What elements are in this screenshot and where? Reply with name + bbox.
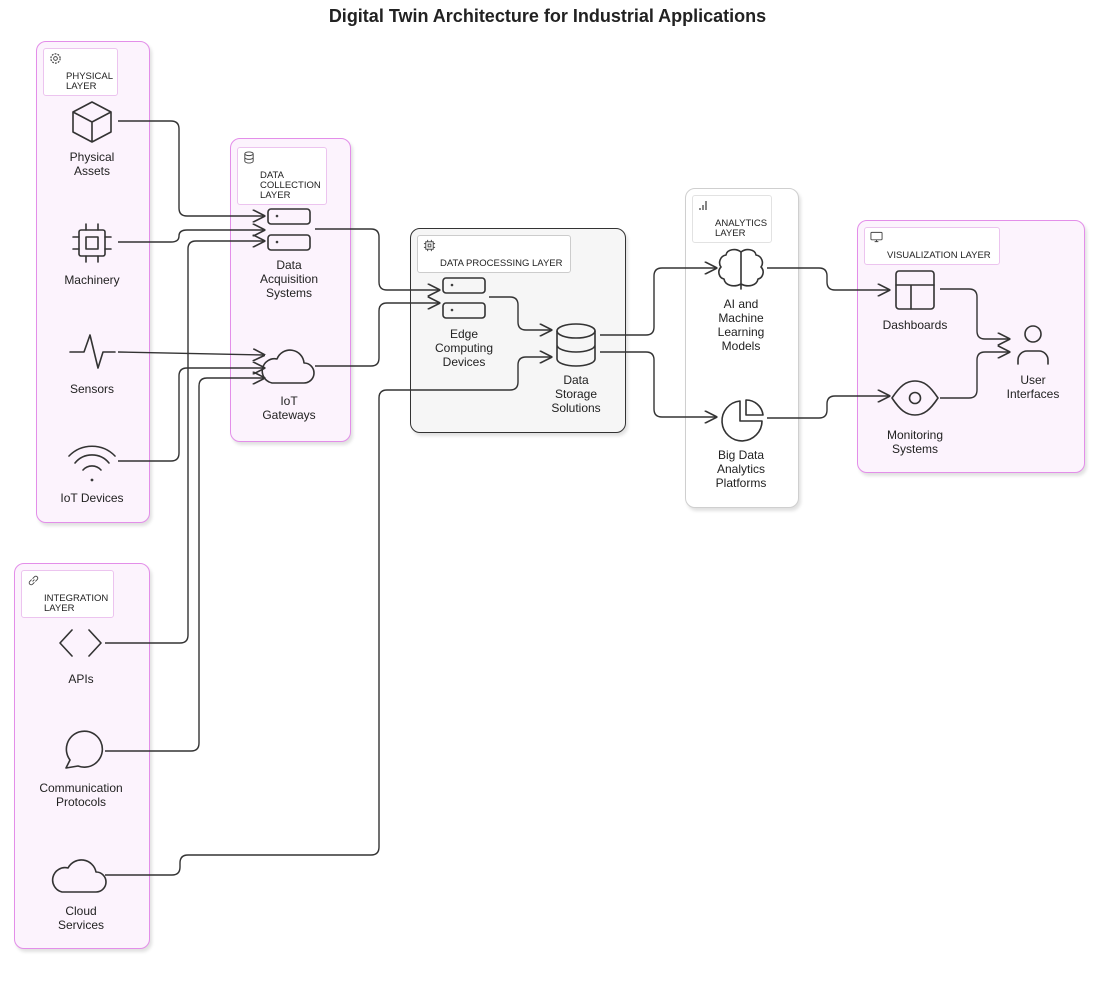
icon-layer (51, 101, 1049, 893)
code-icon (59, 629, 102, 657)
database-icon (556, 323, 596, 367)
cube-icon (72, 101, 112, 143)
node-label-data-storage: Data Storage Solutions (551, 373, 601, 415)
node-label-physical-assets: Physical Assets (69, 150, 115, 178)
server-icon (442, 277, 486, 319)
brain-icon (718, 248, 764, 290)
pie-chart-icon (721, 399, 764, 442)
node-label-sensors: Sensors (69, 382, 115, 396)
node-label-ai-ml: AI and Machine Learning Models (717, 297, 765, 353)
node-label-iot-devices: IoT Devices (60, 491, 124, 505)
user-icon (1017, 325, 1049, 365)
cloud-icon (51, 859, 107, 893)
layout-icon (895, 270, 935, 310)
node-label-user-interfaces: User Interfaces (1006, 373, 1060, 401)
node-label-cloud-services: Cloud Services (57, 904, 104, 932)
node-label-edge-computing: Edge Computing Devices (434, 327, 494, 369)
diagram-canvas: Digital Twin Architecture for Industrial… (0, 0, 1120, 991)
node-label-dashboards: Dashboards (882, 318, 948, 332)
node-label-iot-gateways: IoT Gateways (262, 394, 316, 422)
wifi-icon (68, 445, 116, 482)
chat-bubble-icon (65, 730, 104, 769)
node-label-data-acquisition: Data Acquisition Systems (259, 258, 319, 300)
node-label-machinery: Machinery (64, 273, 120, 287)
cpu-icon (72, 223, 112, 263)
node-label-monitoring: Monitoring Systems (886, 428, 944, 456)
eye-icon (891, 380, 939, 416)
cloud-icon (261, 349, 315, 384)
pulse-icon (69, 334, 116, 369)
node-label-apis: APIs (68, 672, 94, 686)
server-icon (267, 208, 311, 251)
node-label-big-data: Big Data Analytics Platforms (715, 448, 767, 490)
node-label-communication-protocols: Communication Protocols (39, 781, 123, 809)
